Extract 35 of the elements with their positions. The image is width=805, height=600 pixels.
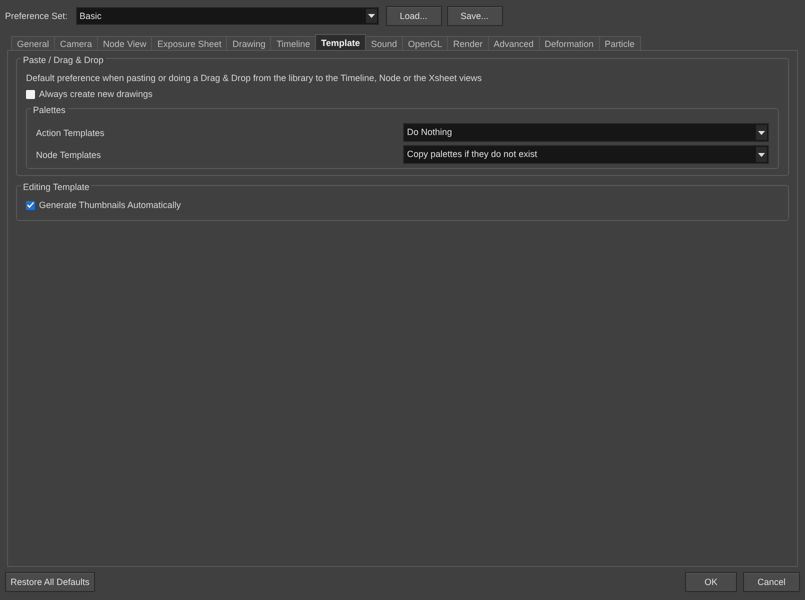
group-title: Paste / Drag & Drop	[21, 55, 106, 65]
tab[interactable]: Drawing	[226, 36, 272, 50]
tab[interactable]: General	[11, 36, 56, 50]
tab[interactable]: Timeline	[270, 36, 316, 50]
checkbox-label: Generate Thumbnails Automatically	[39, 200, 181, 210]
caret-icon	[758, 130, 765, 134]
tab[interactable]: Exposure Sheet	[151, 36, 228, 50]
cancel-button[interactable]: Cancel	[743, 572, 800, 592]
ok-button[interactable]: OK	[685, 572, 737, 592]
checkbox-label: Always create new drawings	[39, 89, 153, 99]
description-text: Default preference when pasting or doing a Drag & Drop from the library to the Timeline, Node or the Xsheet views	[26, 73, 483, 83]
caret-icon	[758, 152, 765, 156]
field-label: Node Templates	[36, 150, 102, 160]
restore-defaults-button[interactable]: Restore All Defaults	[5, 572, 95, 592]
load-button[interactable]: Load...	[386, 6, 442, 26]
tab[interactable]: Template	[315, 34, 366, 50]
preference-set-label: Preference Set:	[5, 11, 68, 21]
save-button[interactable]: Save...	[446, 6, 503, 26]
dropdown[interactable]: Do Nothing	[403, 123, 769, 142]
field-label: Action Templates	[36, 128, 106, 138]
tab[interactable]: Particle	[598, 36, 641, 50]
checkbox[interactable]	[26, 200, 35, 210]
tab[interactable]: Advanced	[488, 36, 540, 50]
preference-set-dropdown[interactable]: Basic	[76, 7, 379, 25]
tab[interactable]: Node View	[97, 36, 152, 50]
dropdown[interactable]: Copy palettes if they do not exist	[403, 145, 769, 164]
tab[interactable]: Render	[447, 36, 489, 50]
checkbox[interactable]	[26, 90, 35, 98]
tab[interactable]: Camera	[54, 36, 98, 50]
tab[interactable]: Deformation	[538, 36, 600, 50]
tab[interactable]: Sound	[365, 36, 404, 50]
caret-icon	[368, 14, 375, 18]
group-title: Palettes	[31, 105, 68, 115]
tab[interactable]: OpenGL	[402, 36, 448, 50]
group-title: Editing Template	[21, 182, 92, 192]
